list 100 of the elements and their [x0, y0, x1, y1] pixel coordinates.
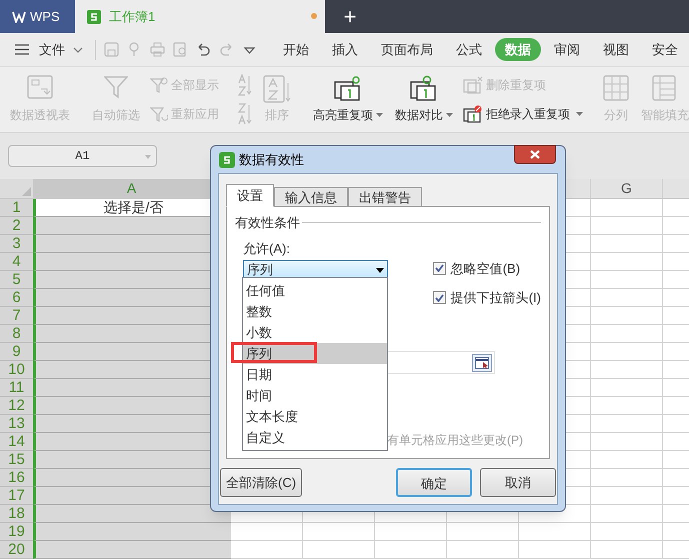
table-cell — [591, 235, 663, 253]
file-menu[interactable]: 文件 — [0, 40, 91, 60]
dialog-button[interactable]: 确定 — [396, 468, 472, 497]
ribbon-tab[interactable]: 视图 — [593, 38, 639, 62]
table-cell — [591, 469, 663, 487]
row-header[interactable]: 3 — [0, 235, 33, 253]
app-tab[interactable]: WPS — [0, 0, 75, 33]
remove-duplicates-icon — [463, 76, 483, 94]
spreadsheet-logo-icon — [219, 152, 235, 168]
row-header[interactable]: 12 — [0, 397, 33, 415]
row-header[interactable]: 4 — [0, 253, 33, 271]
table-cell — [591, 361, 663, 379]
ribbon-tab[interactable]: 公式 — [446, 38, 492, 62]
row-header[interactable]: 7 — [0, 307, 33, 325]
checkbox-label: 忽略空值(B) — [450, 260, 520, 278]
new-tab-button[interactable]: + — [325, 0, 375, 33]
table-cell — [591, 397, 663, 415]
filter-refresh-icon — [150, 106, 168, 122]
dropdown-option[interactable]: 小数 — [243, 322, 387, 343]
spreadsheet-logo-icon — [87, 10, 101, 24]
row-header[interactable]: 6 — [0, 289, 33, 307]
dialog-title: 数据有效性 — [239, 150, 304, 169]
row-header[interactable]: 8 — [0, 325, 33, 343]
row-header[interactable]: 10 — [0, 361, 33, 379]
caret-icon — [446, 113, 453, 117]
menu-icon — [15, 44, 29, 55]
ribbon-button[interactable]: 数据对比 — [389, 67, 459, 132]
ribbon-button[interactable]: 拒绝录入重复项 — [463, 104, 583, 123]
range-picker-button[interactable] — [472, 354, 492, 372]
dialog-tab[interactable]: 设置 — [226, 184, 274, 207]
row-header[interactable]: 20 — [0, 541, 33, 559]
table-cell — [591, 415, 663, 433]
chevron-down-icon — [73, 46, 83, 52]
dialog-button[interactable]: 全部清除(C) — [220, 468, 302, 497]
wps-logo-icon — [12, 10, 26, 22]
column-header[interactable]: G — [591, 179, 663, 198]
ribbon-tab[interactable]: 审阅 — [544, 38, 590, 62]
caret-icon — [145, 155, 151, 159]
check-icon — [434, 294, 444, 302]
ribbon-tab[interactable]: 开始 — [273, 38, 319, 62]
table-cell — [591, 253, 663, 271]
table-cell — [591, 271, 663, 289]
table-cell — [447, 541, 519, 559]
row-header[interactable]: 18 — [0, 505, 33, 523]
dropdown-option[interactable]: 任何值 — [243, 280, 387, 301]
row-header[interactable]: 13 — [0, 415, 33, 433]
caret-icon — [376, 113, 383, 117]
sort-ascending-icon — [237, 74, 253, 96]
table-cell — [591, 307, 663, 325]
table-cell — [591, 433, 663, 451]
dropdown-option[interactable]: 自定义 — [243, 427, 387, 448]
ribbon-tab[interactable]: 插入 — [322, 38, 368, 62]
dropdown-option[interactable]: 文本长度 — [243, 406, 387, 427]
table-cell — [303, 523, 375, 541]
dropdown-option[interactable]: 时间 — [243, 385, 387, 406]
table-cell — [591, 451, 663, 469]
table-cell — [447, 523, 519, 541]
split-columns-icon — [603, 75, 629, 101]
ribbon-tab[interactable]: 数据 — [495, 38, 541, 62]
row-header[interactable]: 1 — [0, 199, 33, 217]
ribbon-tab[interactable]: 页面布局 — [371, 38, 443, 62]
smart-fill-icon — [652, 75, 678, 101]
table-cell — [591, 325, 663, 343]
data-compare-icon — [410, 75, 438, 101]
table-cell — [519, 541, 591, 559]
source-field[interactable] — [387, 351, 495, 374]
row-header[interactable]: 11 — [0, 379, 33, 397]
dialog-tab[interactable]: 出错警告 — [348, 187, 422, 207]
reject-duplicates-icon — [463, 104, 483, 123]
close-button[interactable] — [514, 145, 556, 164]
pivot-table-icon — [27, 75, 53, 99]
ribbon-button[interactable]: 高亮重复项 — [307, 67, 389, 132]
filter-eye-icon — [150, 77, 168, 94]
row-header[interactable]: 19 — [0, 523, 33, 541]
row-header[interactable]: 5 — [0, 271, 33, 289]
row-header[interactable]: 15 — [0, 451, 33, 469]
sort-descending-icon — [237, 102, 253, 125]
dialog-button[interactable]: 取消 — [480, 468, 556, 497]
row-header[interactable]: 16 — [0, 469, 33, 487]
dialog-tab[interactable]: 输入信息 — [274, 187, 348, 207]
checkbox[interactable] — [432, 262, 446, 275]
row-header[interactable]: 14 — [0, 433, 33, 451]
highlight-duplicates-icon — [334, 75, 362, 101]
row-header[interactable]: 9 — [0, 343, 33, 361]
row-header[interactable]: 2 — [0, 217, 33, 235]
table-cell — [375, 541, 447, 559]
dropdown-option[interactable]: 整数 — [243, 301, 387, 322]
name-box[interactable]: A1 — [8, 145, 157, 167]
close-icon — [530, 150, 540, 159]
table-cell — [591, 289, 663, 307]
checkbox-label: 有单元格应用这些更改(P) — [387, 432, 523, 449]
table-cell — [231, 523, 303, 541]
document-tab[interactable]: 工作簿1 — [75, 0, 325, 33]
ribbon-tab[interactable]: 安全 — [642, 38, 688, 62]
checkbox[interactable] — [432, 291, 446, 304]
dropdown-option[interactable]: 日期 — [243, 364, 387, 385]
table-cell — [231, 541, 303, 559]
group-label: 有效性条件 — [235, 214, 300, 232]
undo-icon[interactable] — [196, 42, 211, 57]
row-header[interactable]: 17 — [0, 487, 33, 505]
